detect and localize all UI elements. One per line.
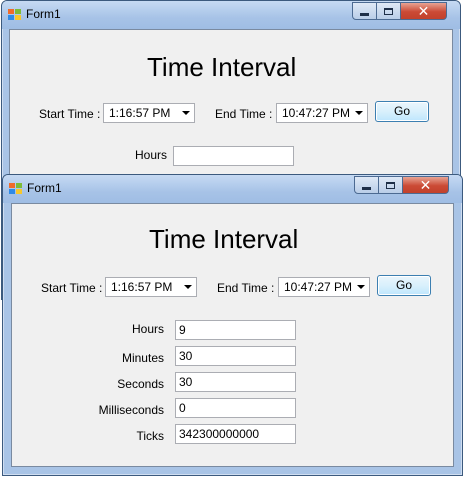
hours-label: Hours bbox=[131, 322, 164, 336]
start-time-picker[interactable]: 1:16:57 PM bbox=[105, 277, 197, 297]
ticks-label: Ticks bbox=[136, 429, 164, 443]
maximize-button[interactable] bbox=[377, 2, 401, 20]
end-time-picker[interactable]: 10:47:27 PM bbox=[276, 103, 368, 123]
window-title: Form1 bbox=[26, 7, 61, 21]
page-title: Time Interval bbox=[147, 52, 297, 82]
dropdown-arrow-icon[interactable] bbox=[357, 285, 365, 289]
minimize-icon bbox=[360, 12, 369, 16]
minimize-button[interactable] bbox=[352, 2, 377, 20]
seconds-field[interactable]: 30 bbox=[175, 372, 296, 392]
end-time-value: 10:47:27 PM bbox=[284, 280, 353, 294]
minimize-icon bbox=[362, 186, 371, 190]
minimize-button[interactable] bbox=[354, 176, 379, 194]
go-button[interactable]: Go bbox=[375, 101, 429, 122]
seconds-label: Seconds bbox=[117, 377, 164, 391]
minutes-field[interactable]: 30 bbox=[175, 346, 296, 366]
dropdown-arrow-icon[interactable] bbox=[184, 285, 192, 289]
ticks-field[interactable]: 342300000000 bbox=[175, 424, 296, 444]
front-form-window: Form1 ✕ Time Interval Start Time : 1:16:… bbox=[2, 174, 463, 476]
end-time-picker[interactable]: 10:47:27 PM bbox=[278, 277, 370, 297]
hours-field[interactable] bbox=[173, 146, 294, 166]
front-form-client: Time Interval Start Time : 1:16:57 PM En… bbox=[11, 203, 454, 467]
milliseconds-label: Milliseconds bbox=[98, 403, 164, 417]
hours-field[interactable]: 9 bbox=[175, 320, 296, 340]
close-button[interactable]: ✕ bbox=[401, 2, 447, 20]
page-title: Time Interval bbox=[149, 224, 299, 254]
maximize-icon bbox=[384, 7, 393, 15]
end-time-label: End Time : bbox=[215, 107, 273, 121]
close-button[interactable]: ✕ bbox=[403, 176, 449, 194]
go-button[interactable]: Go bbox=[377, 275, 431, 296]
end-time-label: End Time : bbox=[217, 281, 275, 295]
maximize-button[interactable] bbox=[379, 176, 403, 194]
app-icon bbox=[9, 183, 22, 195]
minutes-label: Minutes bbox=[121, 351, 164, 365]
milliseconds-field[interactable]: 0 bbox=[175, 398, 296, 418]
close-icon: ✕ bbox=[419, 176, 432, 193]
window-title: Form1 bbox=[27, 181, 62, 195]
start-time-label: Start Time : bbox=[41, 281, 103, 295]
start-time-value: 1:16:57 PM bbox=[109, 106, 171, 120]
dropdown-arrow-icon[interactable] bbox=[182, 111, 190, 115]
start-time-value: 1:16:57 PM bbox=[111, 280, 173, 294]
dropdown-arrow-icon[interactable] bbox=[355, 111, 363, 115]
start-time-label: Start Time : bbox=[39, 107, 101, 121]
start-time-picker[interactable]: 1:16:57 PM bbox=[103, 103, 195, 123]
close-icon: ✕ bbox=[417, 2, 430, 19]
app-icon bbox=[8, 9, 21, 21]
hours-label: Hours bbox=[135, 148, 168, 162]
end-time-value: 10:47:27 PM bbox=[282, 106, 351, 120]
maximize-icon bbox=[386, 181, 395, 189]
front-title-bar[interactable]: Form1 ✕ bbox=[3, 175, 462, 203]
back-title-bar[interactable]: Form1 ✕ bbox=[2, 1, 460, 29]
